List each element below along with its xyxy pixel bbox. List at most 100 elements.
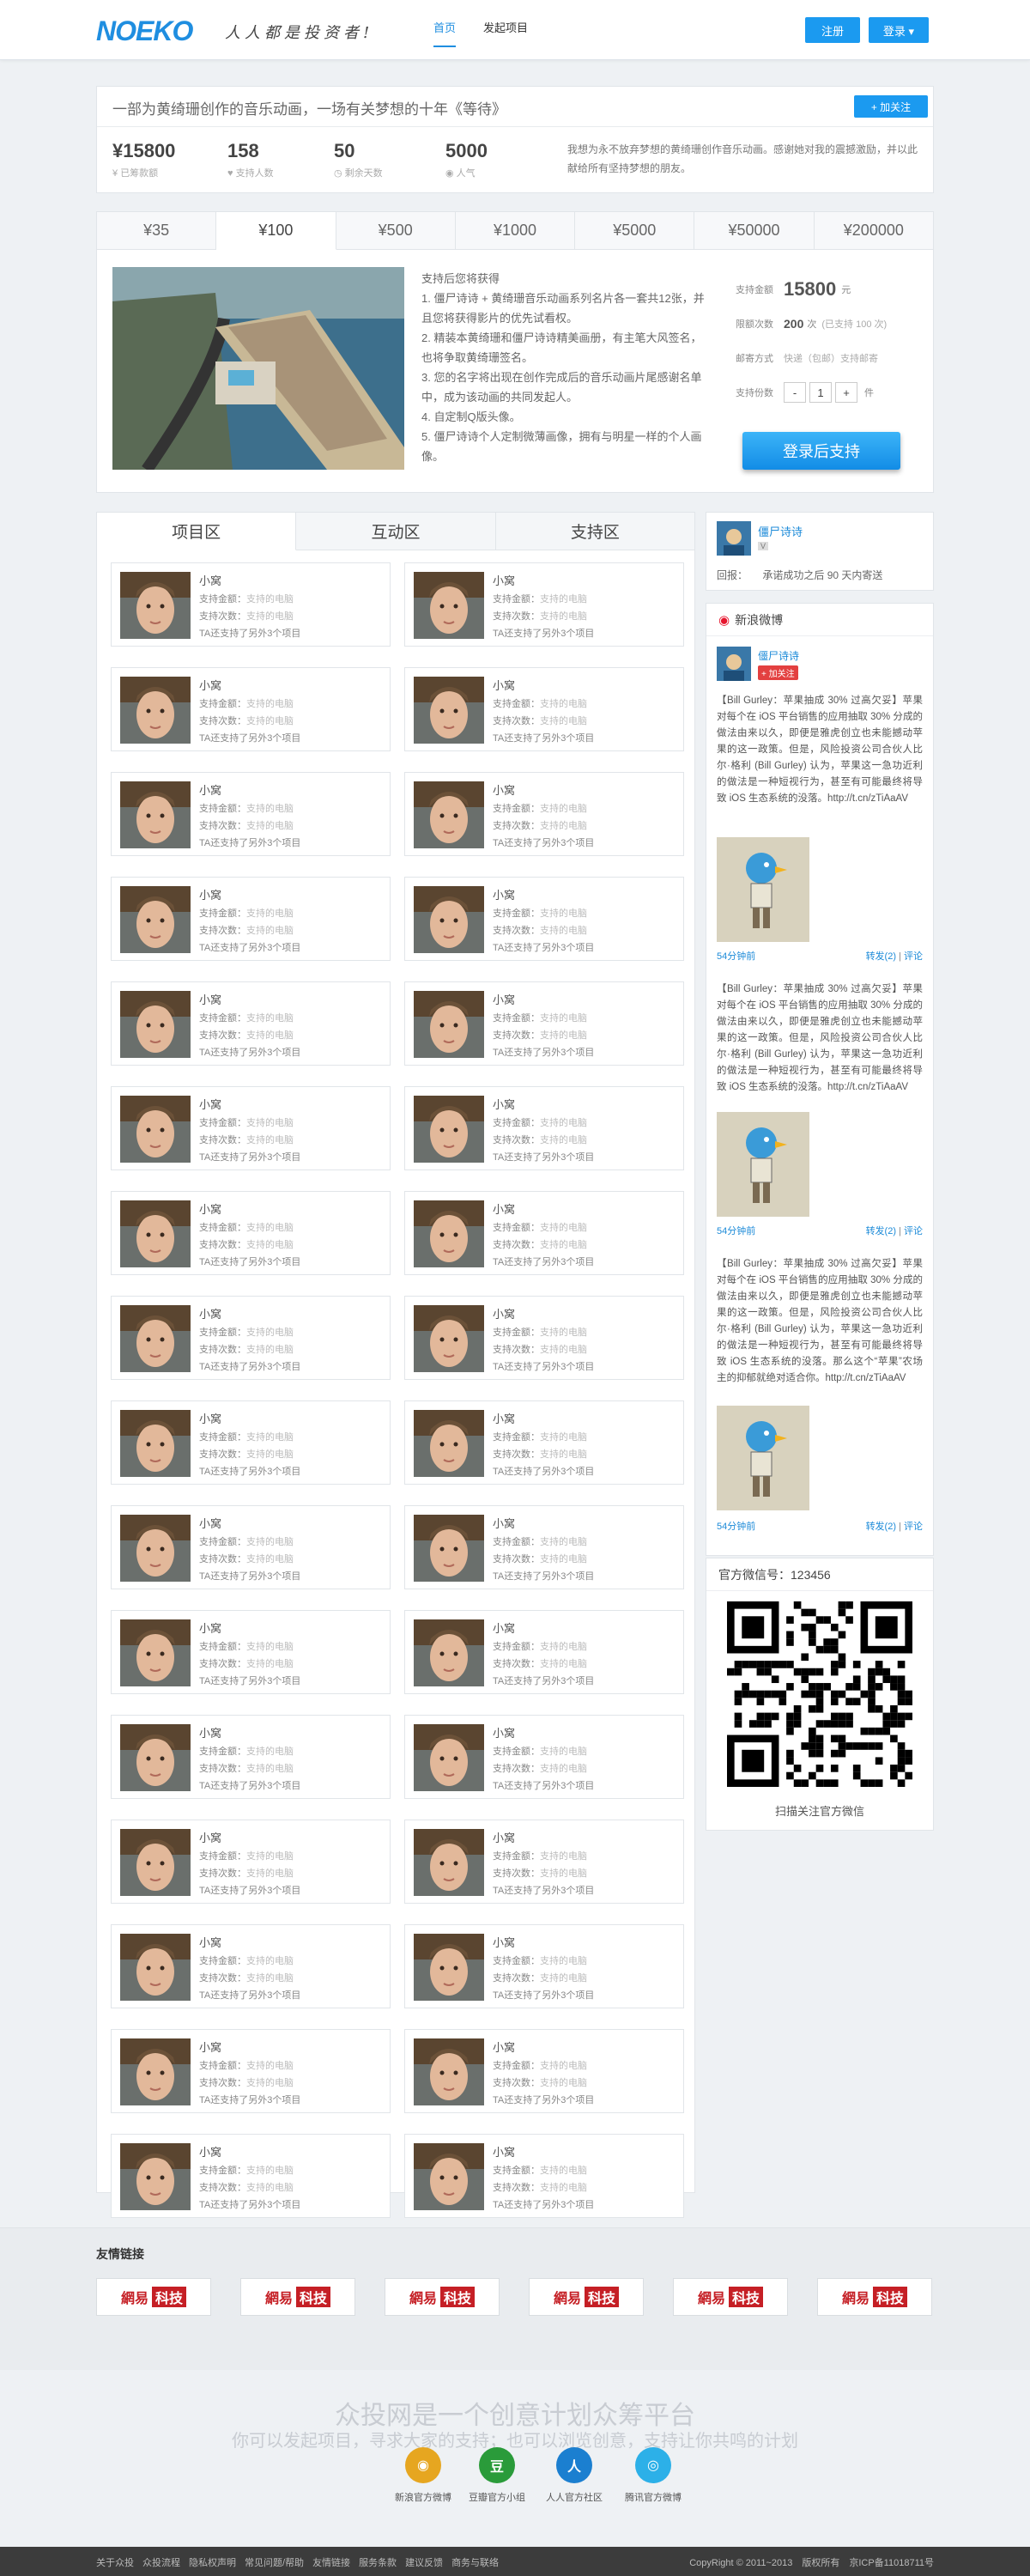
footer-link[interactable]: 建议反馈 (405, 2555, 443, 2569)
supporter-card[interactable]: 小窝 支持金额：支持的电脑 支持次数：支持的电脑 TA还支持了另外3个项目 (111, 1400, 391, 1485)
tab-project[interactable]: 项目区 (97, 513, 297, 550)
footer-link[interactable]: 服务条款 (359, 2555, 397, 2569)
comment-link[interactable]: 评论 (904, 1522, 923, 1532)
tier-tab[interactable]: ¥5000 (575, 212, 695, 249)
tier-tab[interactable]: ¥50000 (694, 212, 815, 249)
supporter-card[interactable]: 小窝 支持金额：支持的电脑 支持次数：支持的电脑 TA还支持了另外3个项目 (404, 1505, 684, 1589)
supporter-card[interactable]: 小窝 支持金额：支持的电脑 支持次数：支持的电脑 TA还支持了另外3个项目 (404, 1924, 684, 2008)
supporter-card[interactable]: 小窝 支持金额：支持的电脑 支持次数：支持的电脑 TA还支持了另外3个项目 (404, 1715, 684, 1799)
supporter-avatar[interactable] (414, 1934, 484, 2001)
supporter-name[interactable]: 小窝 (199, 1200, 221, 1217)
social-link[interactable]: 豆豆瓣官方小组 (469, 2447, 525, 2504)
supporter-name[interactable]: 小窝 (493, 781, 515, 798)
supporter-avatar[interactable] (414, 991, 484, 1058)
supporter-card[interactable]: 小窝 支持金额：支持的电脑 支持次数：支持的电脑 TA还支持了另外3个项目 (404, 772, 684, 856)
supporter-avatar[interactable] (414, 1619, 484, 1686)
supporter-card[interactable]: 小窝 支持金额：支持的电脑 支持次数：支持的电脑 TA还支持了另外3个项目 (404, 2134, 684, 2218)
tweet-image[interactable] (717, 1406, 809, 1510)
supporter-name[interactable]: 小窝 (199, 991, 221, 1007)
supporter-avatar[interactable] (414, 2143, 484, 2210)
footer-link[interactable]: 隐私权声明 (189, 2555, 236, 2569)
supporter-name[interactable]: 小窝 (199, 1829, 221, 1845)
supporter-avatar[interactable] (120, 572, 191, 639)
supporter-card[interactable]: 小窝 支持金额：支持的电脑 支持次数：支持的电脑 TA还支持了另外3个项目 (404, 1086, 684, 1170)
nav-start-project[interactable]: 发起项目 (483, 19, 528, 47)
supporter-card[interactable]: 小窝 支持金额：支持的电脑 支持次数：支持的电脑 TA还支持了另外3个项目 (111, 981, 391, 1066)
supporter-name[interactable]: 小窝 (199, 781, 221, 798)
supporter-name[interactable]: 小窝 (199, 1410, 221, 1426)
supporter-name[interactable]: 小窝 (493, 1096, 515, 1112)
supporter-avatar[interactable] (414, 1410, 484, 1477)
supporter-avatar[interactable] (120, 1829, 191, 1896)
supporter-card[interactable]: 小窝 支持金额：支持的电脑 支持次数：支持的电脑 TA还支持了另外3个项目 (111, 2029, 391, 2113)
login-to-support-button[interactable]: 登录后支持 (742, 432, 900, 470)
supporter-card[interactable]: 小窝 支持金额：支持的电脑 支持次数：支持的电脑 TA还支持了另外3个项目 (404, 981, 684, 1066)
supporter-avatar[interactable] (120, 1096, 191, 1163)
supporter-card[interactable]: 小窝 支持金额：支持的电脑 支持次数：支持的电脑 TA还支持了另外3个项目 (111, 772, 391, 856)
supporter-card[interactable]: 小窝 支持金额：支持的电脑 支持次数：支持的电脑 TA还支持了另外3个项目 (111, 1296, 391, 1380)
follow-project-button[interactable]: + 加关注 (854, 95, 928, 118)
register-button[interactable]: 注册 (805, 17, 860, 43)
supporter-card[interactable]: 小窝 支持金额：支持的电脑 支持次数：支持的电脑 TA还支持了另外3个项目 (404, 667, 684, 751)
supporter-card[interactable]: 小窝 支持金额：支持的电脑 支持次数：支持的电脑 TA还支持了另外3个项目 (111, 667, 391, 751)
social-link[interactable]: 人人人官方社区 (546, 2447, 603, 2504)
supporter-name[interactable]: 小窝 (493, 572, 515, 588)
comment-link[interactable]: 评论 (904, 1226, 923, 1236)
tweet-image[interactable] (717, 1112, 809, 1217)
tier-tab[interactable]: ¥1000 (456, 212, 576, 249)
supporter-avatar[interactable] (120, 1724, 191, 1791)
weibo-follow-button[interactable]: + 加关注 (758, 665, 798, 680)
supporter-card[interactable]: 小窝 支持金额：支持的电脑 支持次数：支持的电脑 TA还支持了另外3个项目 (404, 1191, 684, 1275)
supporter-avatar[interactable] (414, 1829, 484, 1896)
site-logo[interactable]: NOEKO (96, 15, 193, 47)
supporter-name[interactable]: 小窝 (199, 1096, 221, 1112)
supporter-card[interactable]: 小窝 支持金额：支持的电脑 支持次数：支持的电脑 TA还支持了另外3个项目 (111, 1191, 391, 1275)
tier-tab[interactable]: ¥200000 (815, 212, 933, 249)
supporter-name[interactable]: 小窝 (199, 677, 221, 693)
supporter-avatar[interactable] (414, 1724, 484, 1791)
tab-support[interactable]: 支持区 (496, 513, 694, 550)
supporter-avatar[interactable] (120, 1305, 191, 1372)
partner-logo-netease-tech[interactable]: 網易 科技 (96, 2278, 211, 2316)
repost-link[interactable]: 转发(2) (866, 1522, 896, 1532)
partner-logo-netease-tech[interactable]: 網易 科技 (240, 2278, 355, 2316)
supporter-avatar[interactable] (120, 991, 191, 1058)
footer-link[interactable]: 关于众投 (96, 2555, 134, 2569)
social-link[interactable]: ◎ 腾讯官方微博 (625, 2447, 682, 2504)
decrement-button[interactable]: - (784, 382, 806, 403)
footer-link[interactable]: 众投流程 (142, 2555, 180, 2569)
supporter-avatar[interactable] (414, 1096, 484, 1163)
supporter-card[interactable]: 小窝 支持金额：支持的电脑 支持次数：支持的电脑 TA还支持了另外3个项目 (404, 1610, 684, 1694)
supporter-card[interactable]: 小窝 支持金额：支持的电脑 支持次数：支持的电脑 TA还支持了另外3个项目 (111, 1924, 391, 2008)
supporter-card[interactable]: 小窝 支持金额：支持的电脑 支持次数：支持的电脑 TA还支持了另外3个项目 (404, 1296, 684, 1380)
tweet-time[interactable]: 54分钟前 (717, 949, 755, 963)
supporter-name[interactable]: 小窝 (493, 1410, 515, 1426)
supporter-avatar[interactable] (120, 781, 191, 848)
tier-tab[interactable]: ¥500 (336, 212, 456, 249)
creator-name[interactable]: 僵尸诗诗 (758, 523, 803, 539)
supporter-avatar[interactable] (120, 1515, 191, 1582)
supporter-card[interactable]: 小窝 支持金额：支持的电脑 支持次数：支持的电脑 TA还支持了另外3个项目 (111, 1610, 391, 1694)
supporter-avatar[interactable] (120, 886, 191, 953)
supporter-name[interactable]: 小窝 (493, 2038, 515, 2055)
supporter-name[interactable]: 小窝 (493, 1515, 515, 1531)
supporter-card[interactable]: 小窝 支持金额：支持的电脑 支持次数：支持的电脑 TA还支持了另外3个项目 (111, 1820, 391, 1904)
supporter-avatar[interactable] (414, 1305, 484, 1372)
partner-logo-netease-tech[interactable]: 網易 科技 (529, 2278, 644, 2316)
comment-link[interactable]: 评论 (904, 951, 923, 962)
supporter-name[interactable]: 小窝 (199, 1515, 221, 1531)
social-link[interactable]: ◉ 新浪官方微博 (395, 2447, 451, 2504)
weibo-avatar[interactable] (717, 647, 751, 681)
repost-link[interactable]: 转发(2) (866, 951, 896, 962)
supporter-name[interactable]: 小窝 (493, 1934, 515, 1950)
tweet-time[interactable]: 54分钟前 (717, 1224, 755, 1237)
supporter-avatar[interactable] (120, 1410, 191, 1477)
partner-logo-netease-tech[interactable]: 網易 科技 (817, 2278, 932, 2316)
footer-link[interactable]: 商务与联络 (451, 2555, 499, 2569)
supporter-name[interactable]: 小窝 (493, 1724, 515, 1741)
supporter-name[interactable]: 小窝 (493, 1829, 515, 1845)
nav-home[interactable]: 首页 (433, 19, 457, 47)
supporter-avatar[interactable] (120, 1619, 191, 1686)
supporter-card[interactable]: 小窝 支持金额：支持的电脑 支持次数：支持的电脑 TA还支持了另外3个项目 (404, 562, 684, 647)
supporter-name[interactable]: 小窝 (199, 1724, 221, 1741)
